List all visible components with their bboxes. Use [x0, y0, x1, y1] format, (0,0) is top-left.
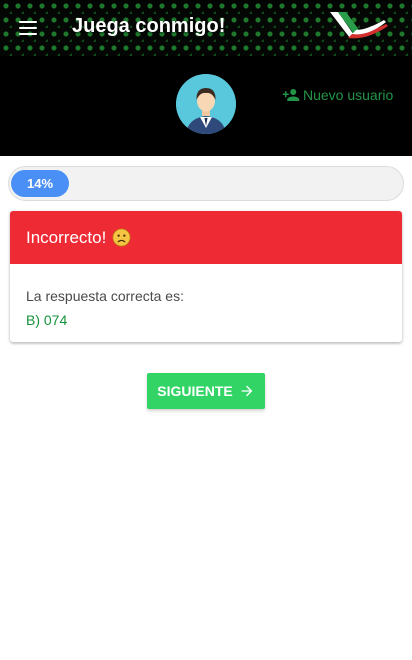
new-user-label: Nuevo usuario	[303, 87, 394, 103]
sad-face-icon	[112, 228, 131, 247]
app-root: Juega conmigo! Nuevo usuario 14% Incorre…	[0, 0, 412, 660]
answer-value: B) 074	[26, 312, 68, 328]
next-button-label: SIGUIENTE	[157, 383, 233, 399]
arrow-right-icon	[241, 385, 253, 397]
result-body: La respuesta correcta es: B) 074	[10, 264, 402, 328]
new-user-button[interactable]: Nuevo usuario	[282, 86, 393, 104]
app-title: Juega conmigo!	[72, 15, 226, 37]
answer-label: La respuesta correcta es:	[26, 288, 184, 304]
result-title: Incorrecto!	[26, 227, 107, 247]
brand-logo-icon	[330, 12, 388, 39]
progress-bar: 14%	[8, 166, 404, 201]
menu-icon[interactable]	[16, 16, 40, 40]
next-button[interactable]: SIGUIENTE	[147, 373, 265, 409]
progress-label: 14%	[26, 176, 54, 191]
person-add-icon	[282, 89, 300, 101]
progress-fill: 14%	[11, 170, 69, 197]
user-avatar-icon[interactable]	[176, 74, 236, 134]
app-bar: Juega conmigo!	[0, 0, 412, 56]
result-header: Incorrecto!	[10, 211, 402, 264]
profile-band: Nuevo usuario	[0, 56, 412, 156]
result-card: Incorrecto! La respuesta correcta es: B)…	[10, 211, 402, 342]
